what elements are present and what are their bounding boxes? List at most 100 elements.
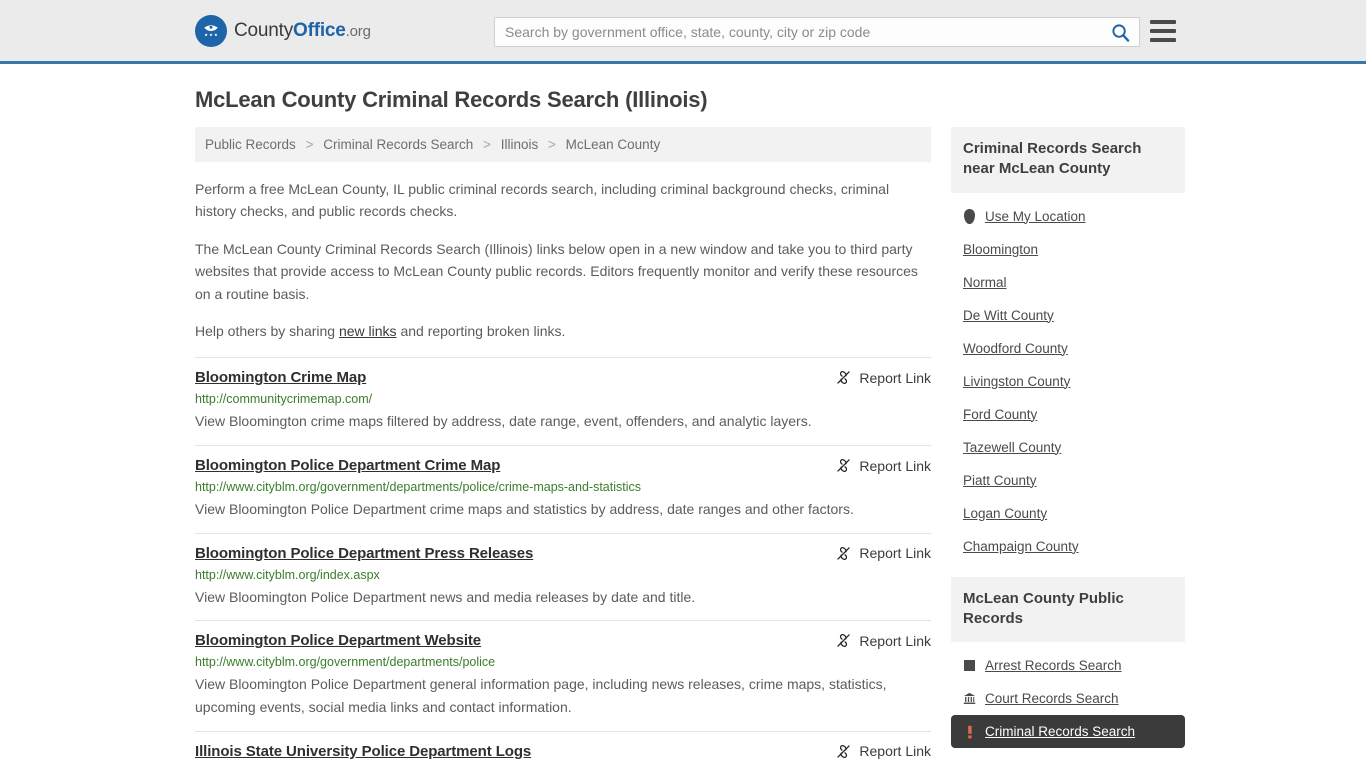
report-link-label: Report Link [859,743,931,760]
result-description: View Bloomington crime maps filtered by … [195,413,812,430]
hamburger-bar [1150,29,1176,33]
sidebar-nearby-list: Use My Location Bloomington Normal De Wi… [951,193,1185,563]
sidebar-item-piatt-county[interactable]: Piatt County [951,464,1185,497]
sidebar-item-woodford-county[interactable]: Woodford County [951,332,1185,365]
sidebar-item-use-my-location[interactable]: Use My Location [951,200,1185,233]
sidebar-item-label[interactable]: Normal [963,275,1007,290]
result-header: Bloomington Police Department Crime Map … [195,457,931,474]
site-header: CountyOffice.org [0,0,1366,64]
result-item: Bloomington Police Department Press Rele… [195,532,931,621]
sidebar-item-label[interactable]: Woodford County [963,341,1068,356]
hamburger-bar [1150,20,1176,24]
report-link-button[interactable]: Report Link [835,743,931,760]
report-link-label: Report Link [859,457,931,474]
breadcrumb-separator: > [305,137,314,152]
report-link-button[interactable]: Report Link [835,369,931,386]
content-columns: Public Records > Criminal Records Search… [195,127,1185,768]
result-item: Bloomington Police Department Crime Map … [195,445,931,533]
eagle-seal-icon [195,14,227,47]
intro-paragraph-1: Perform a free McLean County, IL public … [195,181,890,220]
breadcrumb-item-mclean-county: McLean County [565,137,661,152]
main-column: Public Records > Criminal Records Search… [195,127,931,768]
search-bar[interactable] [494,17,1140,47]
sidebar-item-label[interactable]: Piatt County [963,473,1037,488]
result-title-link[interactable]: Bloomington Police Department Website [195,632,481,649]
sidebar-item-normal[interactable]: Normal [951,266,1185,299]
sidebar-item-champaign-county[interactable]: Champaign County [951,530,1185,563]
search-input[interactable] [495,18,1101,46]
breadcrumb: Public Records > Criminal Records Search… [195,127,931,162]
logo-text-office: Office [293,19,346,41]
page-container: McLean County Criminal Records Search (I… [0,87,1366,768]
search-icon [1111,23,1129,42]
new-links-link[interactable]: new links [339,323,397,339]
report-link-button[interactable]: Report Link [835,632,931,649]
logo-text-org: .org [345,22,371,40]
sidebar-item-label[interactable]: Tazewell County [963,440,1061,455]
breadcrumb-separator: > [483,137,491,152]
sidebar-item-tazewell-county[interactable]: Tazewell County [951,431,1185,464]
report-link-button[interactable]: Report Link [835,545,931,562]
sidebar-item-label[interactable]: Court Records Search [985,691,1119,706]
report-link-label: Report Link [859,632,931,649]
sidebar-public-records-box: McLean County Public Records Arrest Reco… [951,576,1185,748]
sidebar-nearby-heading: Criminal Records Search near McLean Coun… [951,127,1185,193]
sidebar-item-criminal-records-search[interactable]: Criminal Records Search [951,715,1185,748]
sidebar-item-label[interactable]: Criminal Records Search [985,724,1135,739]
broken-link-icon [837,459,851,472]
sidebar-item-label[interactable]: Logan County [963,506,1047,521]
result-url[interactable]: http://www.cityblm.org/government/depart… [195,480,931,494]
broken-link-icon [837,546,851,560]
intro-paragraph-2: The McLean County Criminal Records Searc… [195,240,918,302]
result-title-link[interactable]: Bloomington Police Department Crime Map [195,457,500,474]
sidebar-item-label[interactable]: Use My Location [985,209,1086,224]
result-item: Illinois State University Police Departm… [195,730,931,768]
sidebar-item-livingston-county[interactable]: Livingston County [951,365,1185,398]
result-title-link[interactable]: Bloomington Crime Map [195,369,366,386]
hamburger-bar [1150,38,1176,42]
sidebar-item-arrest-records-search[interactable]: Arrest Records Search [951,649,1185,682]
result-header: Bloomington Crime Map Report Link [195,369,931,386]
result-url[interactable]: http://communitycrimemap.com/ [195,392,931,406]
sidebar-item-ford-county[interactable]: Ford County [951,398,1185,431]
sidebar-item-label[interactable]: Ford County [963,407,1037,422]
page-title: McLean County Criminal Records Search (I… [195,87,708,112]
search-button[interactable] [1101,18,1139,46]
intro-paragraph-3: Help others by sharing new links and rep… [195,320,931,342]
result-title-link[interactable]: Bloomington Police Department Press Rele… [195,545,533,562]
sidebar-item-label[interactable]: Bloomington [963,242,1038,257]
result-item: Bloomington Crime Map Report Link http:/… [195,357,931,445]
sidebar-item-logan-county[interactable]: Logan County [951,497,1185,530]
hamburger-menu-icon[interactable] [1150,20,1176,42]
sidebar-item-de-witt-county[interactable]: De Witt County [951,299,1185,332]
result-title-link[interactable]: Illinois State University Police Departm… [195,743,531,760]
exclamation-icon [963,724,976,739]
intro-share-suffix: and reporting broken links. [396,322,566,339]
map-pin-icon [963,208,976,224]
sidebar-item-label[interactable]: De Witt County [963,308,1054,323]
breadcrumb-item-criminal-records-search[interactable]: Criminal Records Search [323,137,473,152]
result-url[interactable]: http://www.cityblm.org/government/depart… [195,655,931,669]
result-header: Illinois State University Police Departm… [195,743,931,760]
sidebar-nearby-box: Criminal Records Search near McLean Coun… [951,127,1185,563]
sidebar-item-label[interactable]: Livingston County [963,374,1070,389]
results-list: Bloomington Crime Map Report Link http:/… [195,357,931,768]
sidebar-item-court-records-search[interactable]: Court Records Search [951,682,1185,715]
sidebar-item-label[interactable]: Arrest Records Search [985,658,1122,673]
sidebar-public-records-heading: McLean County Public Records [951,576,1185,642]
logo-text-county: County [234,19,294,41]
sidebar-item-label[interactable]: Champaign County [963,539,1079,554]
site-logo[interactable]: CountyOffice.org [195,14,371,47]
result-header: Bloomington Police Department Website Re… [195,632,931,649]
result-item: Bloomington Police Department Website Re… [195,620,931,730]
result-url[interactable]: http://www.cityblm.org/index.aspx [195,568,931,582]
report-link-button[interactable]: Report Link [835,457,931,474]
site-logo-text: CountyOffice.org [234,20,371,42]
result-description: View Bloomington Police Department crime… [195,501,854,518]
result-description: View Bloomington Police Department news … [195,588,696,605]
sidebar-item-bloomington[interactable]: Bloomington [951,233,1185,266]
breadcrumb-item-public-records[interactable]: Public Records [205,137,296,152]
broken-link-icon [837,634,851,648]
breadcrumb-item-illinois[interactable]: Illinois [501,137,539,152]
intro-section: Perform a free McLean County, IL public … [195,162,931,342]
